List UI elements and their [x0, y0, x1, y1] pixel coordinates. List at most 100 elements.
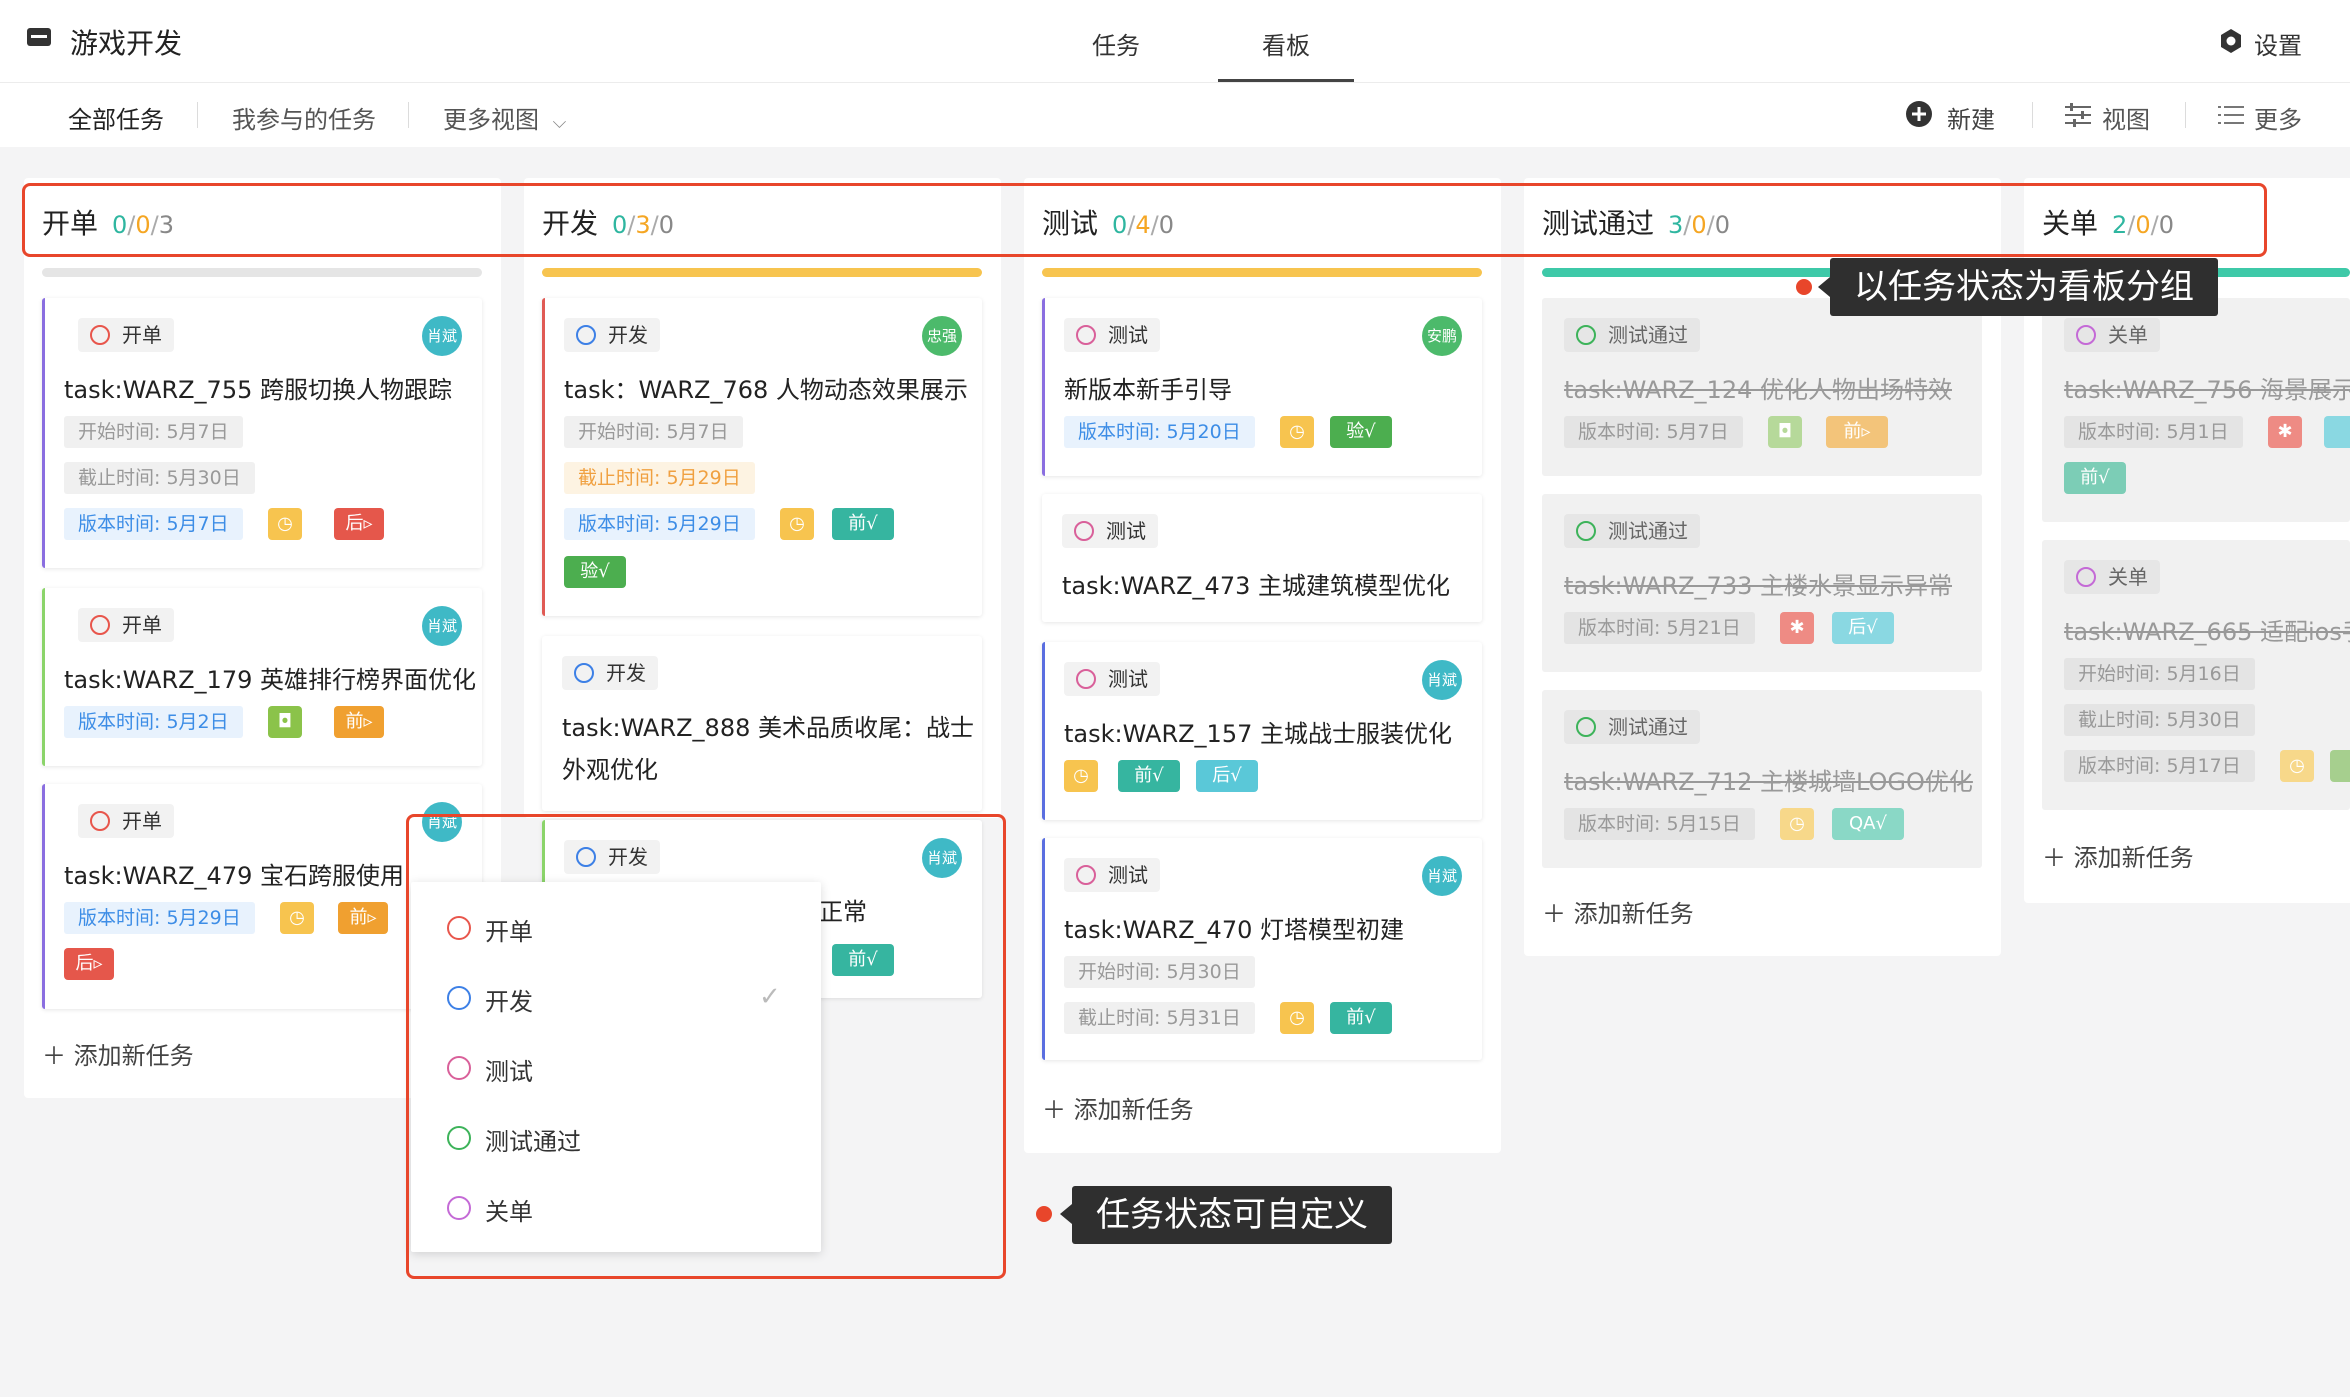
- card-title[interactable]: task:WARZ_479 宝石跨服使用: [64, 856, 404, 891]
- status-badge: 验√: [564, 556, 626, 588]
- task-card[interactable]: 测试通过 task:WARZ_124 优化人物出场特效 版本时间: 5月7日 ◘…: [1542, 298, 1982, 476]
- status-chip[interactable]: 开单: [78, 804, 174, 838]
- task-card[interactable]: 测试 task:WARZ_473 主城建筑模型优化: [1042, 494, 1482, 622]
- status-chip[interactable]: 关单: [2064, 318, 2160, 352]
- card-title[interactable]: task：WARZ_768 人物动态效果展示: [564, 370, 968, 405]
- card-title[interactable]: task:WARZ_888 美术品质收尾：战士: [562, 708, 974, 743]
- add-task-button[interactable]: ＋ 添加新任务: [1542, 894, 1694, 929]
- status-badge: 前▹: [1826, 416, 1888, 448]
- view-my-tasks[interactable]: 我参与的任务: [232, 100, 376, 135]
- version-time-tag: 版本时间: 5月29日: [64, 902, 255, 934]
- tab-task[interactable]: 任务: [1092, 26, 1140, 61]
- status-chip[interactable]: 测试: [1064, 858, 1160, 892]
- card-title[interactable]: task:WARZ_756 海景展示优化: [2064, 370, 2350, 405]
- status-chip[interactable]: 测试通过: [1564, 710, 1700, 744]
- new-label: 新建: [1947, 106, 1995, 134]
- status-badge: 前√: [1118, 760, 1180, 792]
- task-card[interactable]: 开发 task:WARZ_888 美术品质收尾：战士 外观优化: [542, 636, 982, 811]
- card-accent: [1042, 838, 1045, 1060]
- status-open-icon: [90, 615, 110, 635]
- status-chip-label: 测试: [1108, 667, 1148, 691]
- status-chip[interactable]: 测试通过: [1564, 318, 1700, 352]
- status-chip[interactable]: 测试: [1062, 514, 1158, 548]
- status-pass-icon: [1576, 521, 1596, 541]
- status-badge: 后√: [1832, 612, 1894, 644]
- card-accent: [42, 298, 45, 568]
- status-chip[interactable]: 开单: [78, 608, 174, 642]
- tab-board[interactable]: 看板: [1262, 26, 1310, 61]
- clock-icon: ◷: [1280, 1002, 1314, 1034]
- more-views-dropdown[interactable]: 更多视图 ⌵: [443, 100, 566, 135]
- card-title[interactable]: task:WARZ_473 主城建筑模型优化: [1062, 566, 1450, 601]
- avatar[interactable]: 忠强: [922, 316, 962, 356]
- card-title[interactable]: task:WARZ_157 主城战士服装优化: [1064, 714, 1452, 749]
- view-button[interactable]: 视图: [2064, 98, 2164, 134]
- version-time-tag: 版本时间: 5月21日: [1564, 612, 1755, 644]
- avatar[interactable]: 安鹏: [1422, 316, 1462, 356]
- task-card[interactable]: 测试通过 task:WARZ_733 主楼水景显示异常 版本时间: 5月21日 …: [1542, 494, 1982, 672]
- status-chip-label: 测试: [1108, 323, 1148, 347]
- more-button[interactable]: 更多: [2218, 98, 2318, 134]
- status-chip[interactable]: 开发: [562, 656, 658, 690]
- task-card[interactable]: 开发 忠强 task：WARZ_768 人物动态效果展示 开始时间: 5月7日 …: [542, 298, 982, 616]
- card-title[interactable]: 新版本新手引导: [1064, 370, 1232, 405]
- status-chip-label: 测试: [1108, 863, 1148, 887]
- list-icon: [2218, 104, 2244, 130]
- status-close-icon: [2076, 567, 2096, 587]
- card-title[interactable]: task:WARZ_733 主楼水景显示异常: [1564, 566, 1952, 601]
- card-accent: [542, 298, 545, 616]
- status-open-icon: [90, 325, 110, 345]
- status-chip[interactable]: 测试: [1064, 662, 1160, 696]
- start-time-tag: 开始时间: 5月30日: [1064, 956, 1255, 988]
- card-title[interactable]: task:WARZ_124 优化人物出场特效: [1564, 370, 1952, 405]
- callout-custom-status: 任务状态可自定义: [1072, 1186, 1392, 1244]
- view-all-tasks[interactable]: 全部任务: [68, 100, 164, 135]
- add-task-button[interactable]: ＋ 添加新任务: [2042, 838, 2194, 873]
- card-title[interactable]: task:WARZ_712 主楼城墙LOGO优化: [1564, 762, 1973, 797]
- add-task-button[interactable]: ＋ 添加新任务: [1042, 1090, 1194, 1125]
- task-card[interactable]: 开单 肖斌 task:WARZ_755 跨服切换人物跟踪 开始时间: 5月7日 …: [42, 298, 482, 568]
- add-task-button[interactable]: ＋ 添加新任务: [42, 1036, 194, 1071]
- status-chip[interactable]: 测试: [1064, 318, 1160, 352]
- gear-icon: [2218, 28, 2244, 58]
- divider: [408, 102, 409, 128]
- task-card[interactable]: 测试 肖斌 task:WARZ_470 灯塔模型初建 开始时间: 5月30日 截…: [1042, 838, 1482, 1060]
- task-card[interactable]: 测试 肖斌 task:WARZ_157 主城战士服装优化 ◷ 前√ 后√: [1042, 642, 1482, 820]
- task-card[interactable]: 关单 task:WARZ_665 适配ios手机 开始时间: 5月16日 截止时…: [2042, 540, 2350, 810]
- status-chip[interactable]: 开发: [564, 318, 660, 352]
- card-title[interactable]: task:WARZ_755 跨服切换人物跟踪: [64, 370, 452, 405]
- card-title[interactable]: task:WARZ_470 灯塔模型初建: [1064, 910, 1404, 945]
- task-card[interactable]: 开单 肖斌 task:WARZ_179 英雄排行榜界面优化 版本时间: 5月2日…: [42, 588, 482, 766]
- clock-icon: ◷: [780, 508, 814, 540]
- avatar[interactable]: 肖斌: [1422, 660, 1462, 700]
- status-chip[interactable]: 关单: [2064, 560, 2160, 594]
- bug-icon: ✱: [2268, 416, 2302, 448]
- highlight-box-columns: [22, 183, 2267, 257]
- clock-icon: ◷: [280, 902, 314, 934]
- status-chip[interactable]: 测试通过: [1564, 514, 1700, 548]
- avatar[interactable]: 肖斌: [422, 606, 462, 646]
- add-task-label: 添加新任务: [1573, 900, 1694, 928]
- status-chip-label: 开单: [122, 323, 162, 347]
- status-open-icon: [90, 811, 110, 831]
- task-card[interactable]: 测试 安鹏 新版本新手引导 版本时间: 5月20日 ◷ 验√: [1042, 298, 1482, 476]
- status-badge: 前▹: [338, 902, 388, 934]
- task-card[interactable]: 关单 task:WARZ_756 海景展示优化 版本时间: 5月1日 ✱ 前√: [2042, 298, 2350, 522]
- new-button[interactable]: 新建: [1905, 98, 2005, 134]
- avatar[interactable]: 肖斌: [1422, 856, 1462, 896]
- version-time-tag: 版本时间: 5月29日: [564, 508, 755, 540]
- status-close-icon: [2076, 325, 2096, 345]
- status-badge: 后√: [1196, 760, 1258, 792]
- settings-button[interactable]: 设置: [2218, 24, 2328, 60]
- status-chip-label: 关单: [2108, 565, 2148, 589]
- task-card[interactable]: 测试通过 task:WARZ_712 主楼城墙LOGO优化 版本时间: 5月15…: [1542, 690, 1982, 868]
- card-title[interactable]: task:WARZ_179 英雄排行榜界面优化: [64, 660, 476, 695]
- more-views-label: 更多视图: [443, 106, 539, 134]
- status-chip[interactable]: 开单: [78, 318, 174, 352]
- add-task-label: 添加新任务: [73, 1042, 194, 1070]
- card-title[interactable]: task:WARZ_665 适配ios手机: [2064, 612, 2350, 647]
- due-time-tag: 截止时间: 5月31日: [1064, 1002, 1255, 1034]
- status-badge: 前√: [2064, 462, 2126, 494]
- due-time-tag: 截止时间: 5月30日: [2064, 704, 2255, 736]
- avatar[interactable]: 肖斌: [422, 316, 462, 356]
